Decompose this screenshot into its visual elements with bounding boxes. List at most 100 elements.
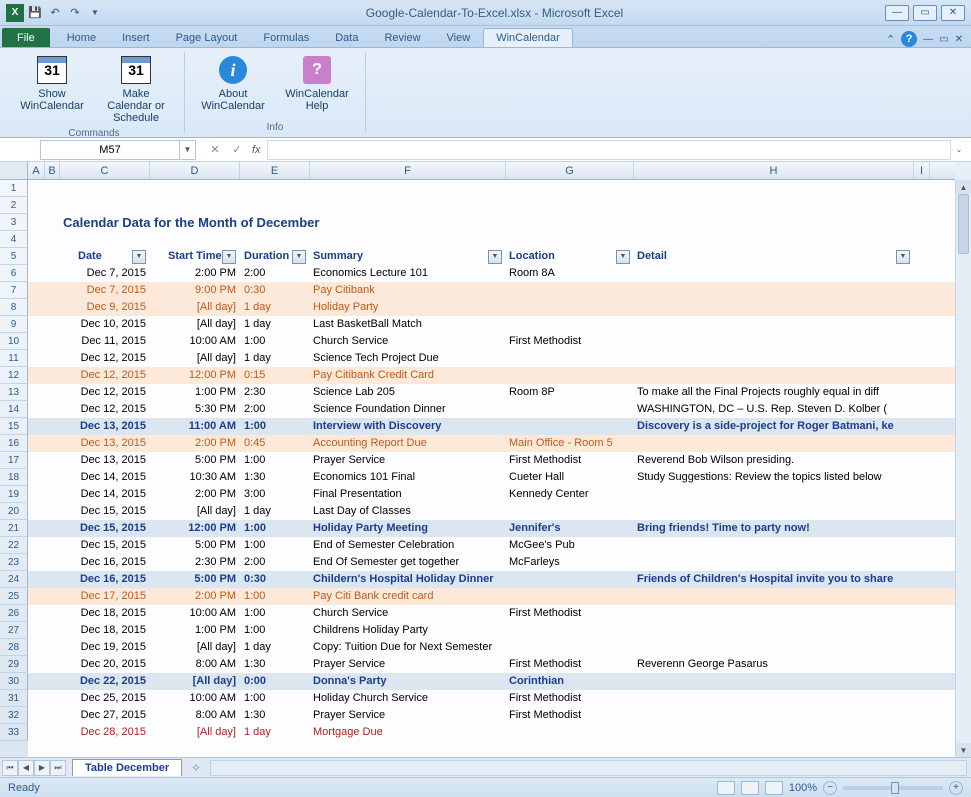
cell[interactable] bbox=[914, 299, 930, 316]
cell-start-time[interactable]: [All day] bbox=[150, 299, 240, 316]
cell[interactable] bbox=[914, 197, 930, 214]
close-button[interactable]: ✕ bbox=[941, 5, 965, 21]
row-header-27[interactable]: 27 bbox=[0, 622, 28, 639]
cell-location[interactable]: McFarleys bbox=[506, 554, 634, 571]
cell-date[interactable]: Dec 14, 2015 bbox=[60, 469, 150, 486]
cell-summary[interactable]: Holiday Party bbox=[310, 299, 506, 316]
cell[interactable] bbox=[914, 503, 930, 520]
view-normal-icon[interactable] bbox=[717, 781, 735, 795]
cell-date[interactable]: Dec 22, 2015 bbox=[60, 673, 150, 690]
cell-start-time[interactable]: [All day] bbox=[150, 673, 240, 690]
cell[interactable] bbox=[28, 707, 45, 724]
cell-start-time[interactable]: 2:00 PM bbox=[150, 588, 240, 605]
cell-duration[interactable]: 1 day bbox=[240, 299, 310, 316]
row-header-14[interactable]: 14 bbox=[0, 401, 28, 418]
row-header-32[interactable]: 32 bbox=[0, 707, 28, 724]
cell[interactable] bbox=[634, 231, 914, 248]
cell[interactable] bbox=[28, 265, 45, 282]
cell-duration[interactable]: 2:30 bbox=[240, 384, 310, 401]
cell-summary[interactable]: Science Lab 205 bbox=[310, 384, 506, 401]
cell[interactable] bbox=[310, 231, 506, 248]
cell-detail[interactable] bbox=[634, 537, 914, 554]
cell[interactable] bbox=[28, 486, 45, 503]
cell[interactable] bbox=[28, 367, 45, 384]
cell[interactable] bbox=[914, 554, 930, 571]
cell-duration[interactable]: 2:00 bbox=[240, 265, 310, 282]
sheet-nav-prev-icon[interactable]: ◀ bbox=[18, 760, 34, 776]
cell-duration[interactable]: 1 day bbox=[240, 316, 310, 333]
cell-detail[interactable] bbox=[634, 316, 914, 333]
cell[interactable] bbox=[45, 231, 60, 248]
cell-summary[interactable]: Science Tech Project Due bbox=[310, 350, 506, 367]
row-header-18[interactable]: 18 bbox=[0, 469, 28, 486]
cell-summary[interactable]: Accounting Report Due bbox=[310, 435, 506, 452]
cell-summary[interactable]: End of Semester Celebration bbox=[310, 537, 506, 554]
col-header-date[interactable]: Date▼ bbox=[60, 248, 150, 265]
ribbon-btn-make-calendar-or-schedule[interactable]: 31Make Calendar or Schedule bbox=[96, 52, 176, 126]
cell-start-time[interactable]: 10:00 AM bbox=[150, 605, 240, 622]
cell-start-time[interactable]: [All day] bbox=[150, 350, 240, 367]
cell[interactable] bbox=[45, 248, 60, 265]
cell[interactable] bbox=[45, 316, 60, 333]
doc-close-icon[interactable]: ✕ bbox=[955, 34, 963, 45]
tab-formulas[interactable]: Formulas bbox=[250, 28, 322, 47]
tab-review[interactable]: Review bbox=[371, 28, 433, 47]
cell-detail[interactable] bbox=[634, 503, 914, 520]
scroll-down-icon[interactable]: ▼ bbox=[956, 743, 971, 757]
cell[interactable] bbox=[28, 384, 45, 401]
cell[interactable] bbox=[28, 588, 45, 605]
cell[interactable] bbox=[28, 248, 45, 265]
col-header-G[interactable]: G bbox=[506, 162, 634, 179]
cell[interactable] bbox=[914, 333, 930, 350]
help-icon[interactable]: ? bbox=[901, 31, 917, 47]
cell-start-time[interactable]: 1:00 PM bbox=[150, 622, 240, 639]
view-page-break-icon[interactable] bbox=[765, 781, 783, 795]
cell[interactable] bbox=[914, 707, 930, 724]
cell-location[interactable] bbox=[506, 622, 634, 639]
row-header-20[interactable]: 20 bbox=[0, 503, 28, 520]
cell[interactable] bbox=[45, 503, 60, 520]
cell-summary[interactable]: Pay Citi Bank credit card bbox=[310, 588, 506, 605]
cell-location[interactable]: Jennifer's bbox=[506, 520, 634, 537]
cell[interactable] bbox=[914, 248, 930, 265]
cell[interactable] bbox=[28, 605, 45, 622]
cell-duration[interactable]: 0:30 bbox=[240, 571, 310, 588]
cell-location[interactable]: Cueter Hall bbox=[506, 469, 634, 486]
cell-date[interactable]: Dec 18, 2015 bbox=[60, 605, 150, 622]
cell-duration[interactable]: 0:15 bbox=[240, 367, 310, 384]
cell-summary[interactable]: Last BasketBall Match bbox=[310, 316, 506, 333]
cells-area[interactable]: Calendar Data for the Month of DecemberD… bbox=[28, 180, 955, 757]
row-header-13[interactable]: 13 bbox=[0, 384, 28, 401]
cell-location[interactable]: Room 8A bbox=[506, 265, 634, 282]
row-header-10[interactable]: 10 bbox=[0, 333, 28, 350]
col-header-H[interactable]: H bbox=[634, 162, 914, 179]
cell[interactable] bbox=[914, 350, 930, 367]
col-header-location[interactable]: Location▼ bbox=[506, 248, 634, 265]
col-header-C[interactable]: C bbox=[60, 162, 150, 179]
row-header-31[interactable]: 31 bbox=[0, 690, 28, 707]
tab-page-layout[interactable]: Page Layout bbox=[163, 28, 251, 47]
ribbon-btn-show-wincalendar[interactable]: 31Show WinCalendar bbox=[12, 52, 92, 126]
cell-detail[interactable] bbox=[634, 724, 914, 741]
cell[interactable] bbox=[914, 639, 930, 656]
cell-location[interactable]: First Methodist bbox=[506, 707, 634, 724]
cell[interactable] bbox=[28, 401, 45, 418]
col-header-E[interactable]: E bbox=[240, 162, 310, 179]
cell-summary[interactable]: Church Service bbox=[310, 333, 506, 350]
cell[interactable] bbox=[28, 197, 45, 214]
cell-start-time[interactable]: 1:00 PM bbox=[150, 384, 240, 401]
cell[interactable] bbox=[914, 401, 930, 418]
vertical-scrollbar[interactable]: ▲ ▼ bbox=[955, 180, 971, 757]
row-header-28[interactable]: 28 bbox=[0, 639, 28, 656]
filter-arrow-icon[interactable]: ▼ bbox=[292, 250, 306, 264]
cell-start-time[interactable]: 11:00 AM bbox=[150, 418, 240, 435]
cell-summary[interactable]: Holiday Church Service bbox=[310, 690, 506, 707]
name-box-dropdown-icon[interactable]: ▼ bbox=[180, 140, 196, 160]
minimize-button[interactable]: — bbox=[885, 5, 909, 21]
cell[interactable] bbox=[28, 350, 45, 367]
cell-start-time[interactable]: 2:30 PM bbox=[150, 554, 240, 571]
cell-start-time[interactable]: 12:00 PM bbox=[150, 520, 240, 537]
cell-date[interactable]: Dec 13, 2015 bbox=[60, 435, 150, 452]
cell[interactable] bbox=[914, 673, 930, 690]
row-header-29[interactable]: 29 bbox=[0, 656, 28, 673]
